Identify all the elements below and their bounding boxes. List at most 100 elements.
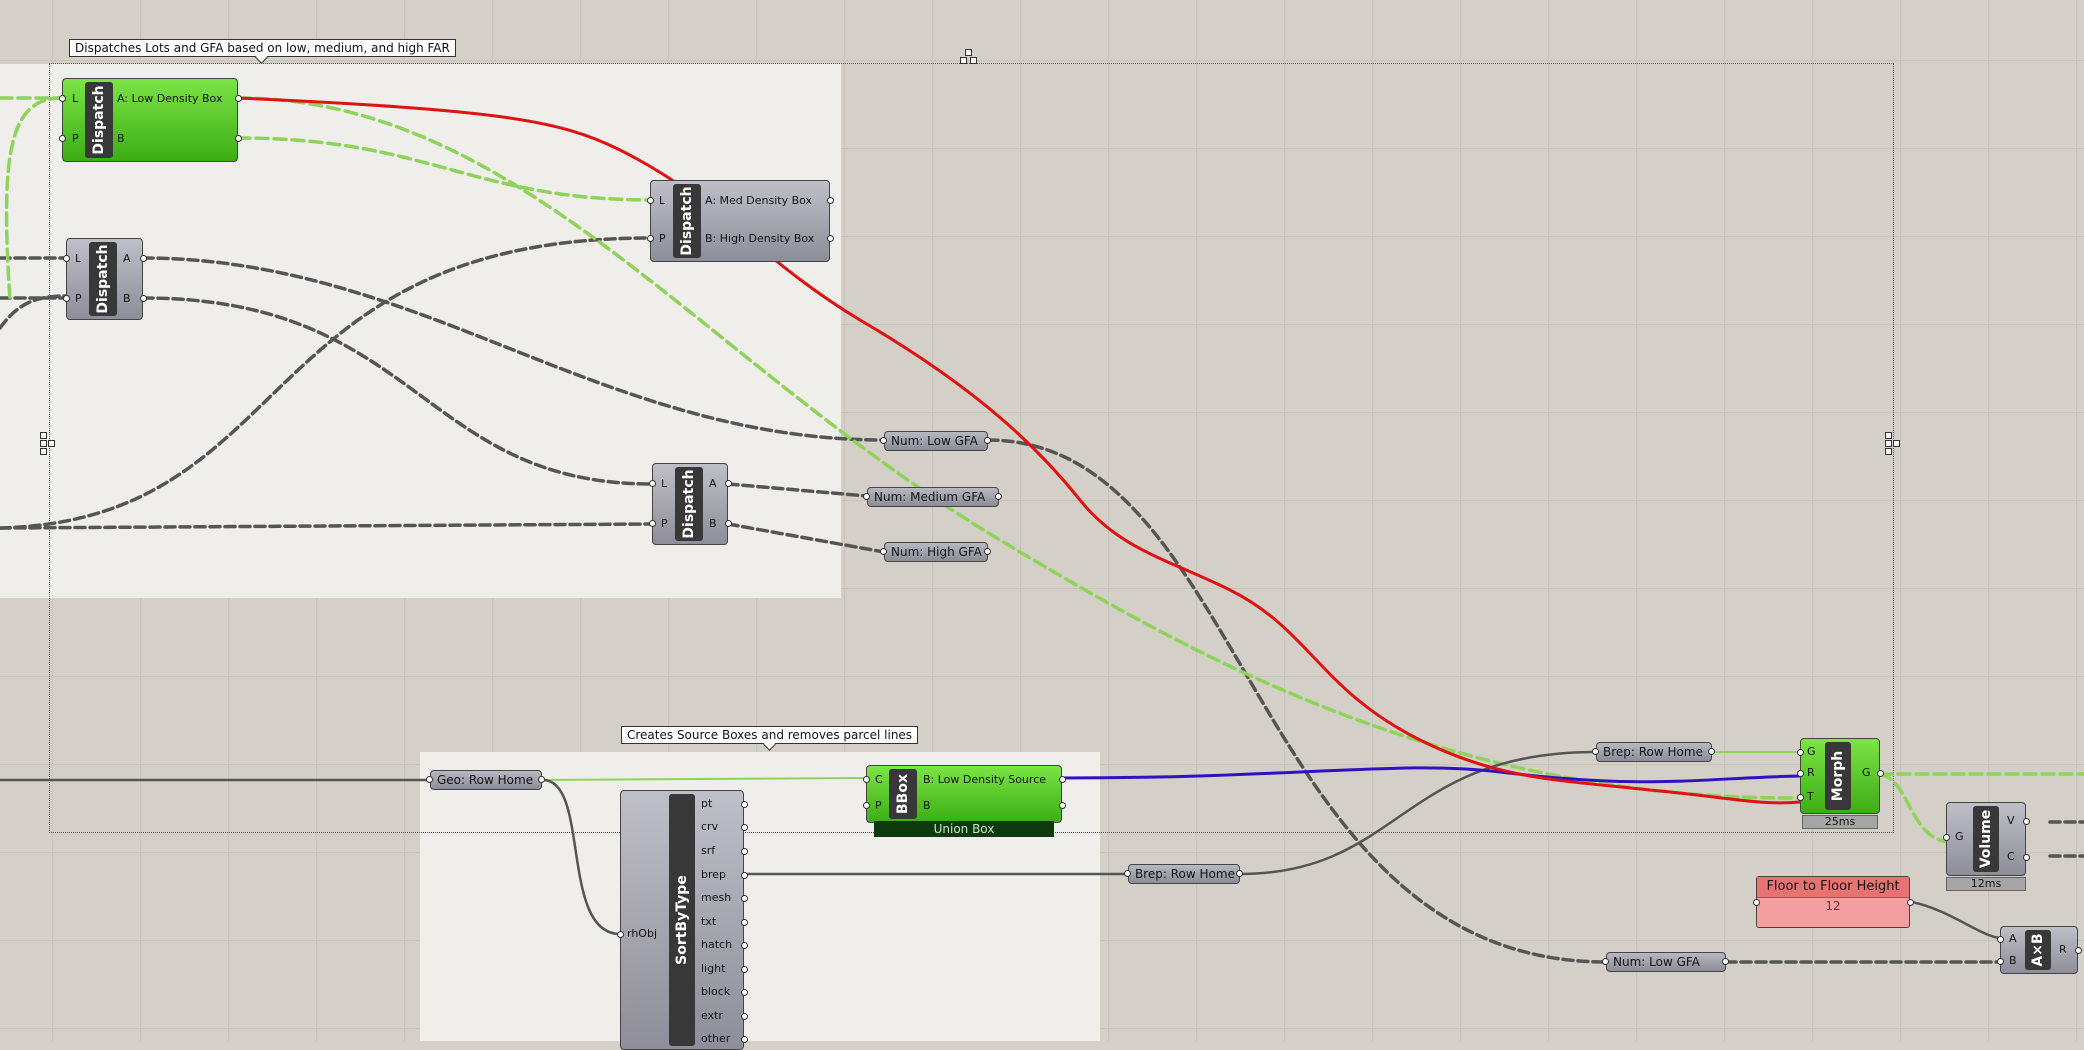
output-pt: pt [701,797,713,810]
output-r: R [2059,943,2067,956]
jack[interactable] [1602,958,1609,965]
jack[interactable] [741,1036,748,1043]
input-p: P [659,232,666,245]
jack[interactable] [741,919,748,926]
volume-component[interactable]: Volume G V C [1943,802,2030,876]
jack[interactable] [827,235,834,242]
input-p: P [75,292,82,305]
multiply-component[interactable]: A×B A B R [1997,926,2082,974]
jack[interactable] [827,197,834,204]
jack[interactable] [741,1013,748,1020]
jack[interactable] [1797,749,1804,756]
jack[interactable] [741,824,748,831]
morph-component[interactable]: Morph G R T G [1797,738,1884,814]
jack[interactable] [1797,794,1804,801]
jack[interactable] [1722,958,1729,965]
jack[interactable] [1753,899,1760,906]
jack[interactable] [1997,936,2004,943]
jack[interactable] [1592,748,1599,755]
union-box-toggle[interactable]: Union Box [874,821,1054,837]
jack[interactable] [741,942,748,949]
dispatch-small-1[interactable]: Dispatch L P A B [63,238,147,320]
jack[interactable] [1708,748,1715,755]
floor-to-floor-slider[interactable]: Floor to Floor Height 12 [1753,876,1914,928]
jack[interactable] [2023,818,2030,825]
jack[interactable] [538,776,545,783]
jack[interactable] [741,848,748,855]
dispatch-low-density[interactable]: Dispatch L P A: Low Density Box B [59,78,242,162]
jack[interactable] [741,895,748,902]
output-extr: extr [701,1009,723,1022]
dispatch-title: Dispatch [675,467,703,541]
jack[interactable] [59,95,66,102]
jack[interactable] [741,801,748,808]
jack[interactable] [995,493,1002,500]
output-light: light [701,962,726,975]
brep-row-home-param-2[interactable]: Brep: Row Home [1128,864,1240,884]
jack[interactable] [235,135,242,142]
jack[interactable] [984,437,991,444]
input-g: G [1807,745,1816,758]
jack[interactable] [649,520,656,527]
dispatch-title: Dispatch [673,184,701,258]
output-b: B [123,292,131,305]
jack[interactable] [649,480,656,487]
jack[interactable] [63,255,70,262]
dispatch-small-2[interactable]: Dispatch L P A B [649,463,732,545]
num-low-gfa-2[interactable]: Num: Low GFA [1606,952,1726,972]
jack[interactable] [1236,870,1243,877]
brep-row-home-param-1[interactable]: Brep: Row Home [1596,742,1712,762]
num-low-gfa[interactable]: Num: Low GFA [884,431,988,451]
output-b: B [923,799,931,812]
wire [236,96,1802,800]
dispatch-med-high-density[interactable]: Dispatch L P A: Med Density Box B: High … [647,180,834,262]
jack[interactable] [2023,854,2030,861]
output-a: A [709,477,717,490]
bbox-title: BBox [889,769,917,819]
jack[interactable] [741,872,748,879]
jack[interactable] [741,966,748,973]
jack[interactable] [617,931,624,938]
wire [1238,750,1598,876]
num-high-gfa[interactable]: Num: High GFA [884,542,988,562]
input-p: P [875,799,882,812]
geo-row-home[interactable]: Geo: Row Home [430,770,542,790]
jack[interactable] [63,295,70,302]
output-b: B [709,517,717,530]
jack[interactable] [426,776,433,783]
slider-value[interactable]: 12 [1757,899,1909,913]
jack[interactable] [725,520,732,527]
jack[interactable] [863,802,870,809]
jack[interactable] [863,493,870,500]
jack[interactable] [1124,870,1131,877]
bbox-component[interactable]: BBox C P B: Low Density Source B [863,765,1066,823]
jack[interactable] [1059,802,1066,809]
wire [986,438,1608,964]
jack[interactable] [235,95,242,102]
jack[interactable] [647,197,654,204]
jack[interactable] [1907,899,1914,906]
jack[interactable] [647,235,654,242]
dispatch-title: Dispatch [85,82,113,158]
wire [726,522,886,554]
jack[interactable] [1877,770,1884,777]
jack[interactable] [1797,770,1804,777]
jack[interactable] [880,548,887,555]
jack[interactable] [140,295,147,302]
jack[interactable] [1943,834,1950,841]
jack[interactable] [741,989,748,996]
jack[interactable] [725,480,732,487]
jack[interactable] [140,255,147,262]
num-medium-gfa[interactable]: Num: Medium GFA [867,487,999,507]
jack[interactable] [1997,958,2004,965]
jack[interactable] [59,135,66,142]
jack[interactable] [2075,947,2082,954]
sortbytype-component[interactable]: SortByType rhObj pt crv srf brep mesh tx… [617,790,748,1050]
jack[interactable] [1059,776,1066,783]
jack[interactable] [984,548,991,555]
input-p: P [72,132,79,145]
jack[interactable] [863,776,870,783]
output-b-source: B: Low Density Source [923,773,1047,786]
output-b: B: High Density Box [705,232,815,245]
jack[interactable] [880,437,887,444]
